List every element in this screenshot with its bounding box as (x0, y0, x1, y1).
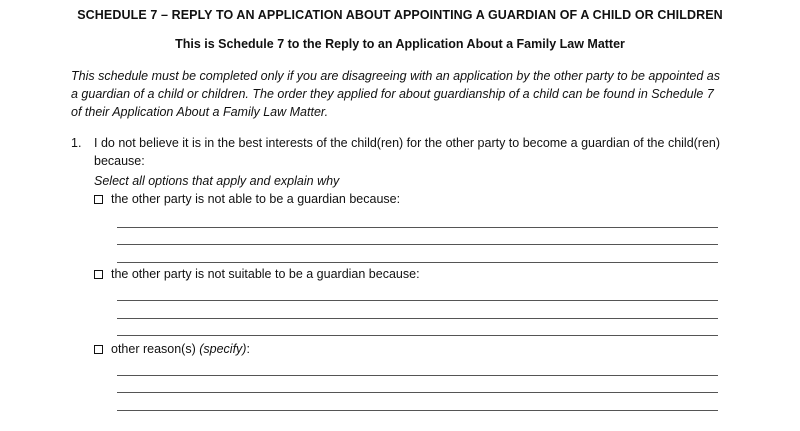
answer-line-not-able-3[interactable] (117, 262, 718, 263)
answer-line-not-suitable-3[interactable] (117, 335, 718, 336)
answer-line-not-able-2[interactable] (117, 244, 718, 245)
schedule-title: SCHEDULE 7 – REPLY TO AN APPLICATION ABO… (77, 8, 723, 22)
answer-line-not-able-1[interactable] (117, 227, 718, 228)
question-hint: Select all options that apply and explai… (94, 174, 340, 188)
option-other-reasons-label: other reason(s) (specify): (111, 340, 250, 358)
option-not-suitable[interactable]: the other party is not suitable to be a … (94, 265, 420, 283)
option-other-reasons-text: other reason(s) (111, 342, 200, 356)
answer-line-other-1[interactable] (117, 375, 718, 376)
option-other-reasons[interactable]: other reason(s) (specify): (94, 340, 250, 358)
question-text: I do not believe it is in the best inter… (94, 136, 721, 168)
option-not-able-label: the other party is not able to be a guar… (111, 192, 401, 206)
checkbox-not-suitable[interactable] (94, 269, 103, 279)
checkbox-not-able[interactable] (94, 194, 103, 204)
option-not-able[interactable]: the other party is not able to be a guar… (94, 190, 400, 208)
answer-line-other-3[interactable] (117, 410, 718, 411)
question-number: 1. (71, 136, 82, 150)
schedule-subtitle: This is Schedule 7 to the Reply to an Ap… (175, 37, 625, 51)
option-other-reasons-specify: (specify) (199, 342, 247, 356)
intro-paragraph: This schedule must be completed only if … (71, 69, 721, 119)
checkbox-other-reasons[interactable] (94, 344, 103, 354)
answer-line-not-suitable-2[interactable] (117, 318, 718, 319)
option-not-suitable-label: the other party is not suitable to be a … (111, 267, 420, 281)
answer-line-other-2[interactable] (117, 392, 718, 393)
answer-line-not-suitable-1[interactable] (117, 300, 718, 301)
option-other-reasons-colon: : (246, 342, 250, 356)
